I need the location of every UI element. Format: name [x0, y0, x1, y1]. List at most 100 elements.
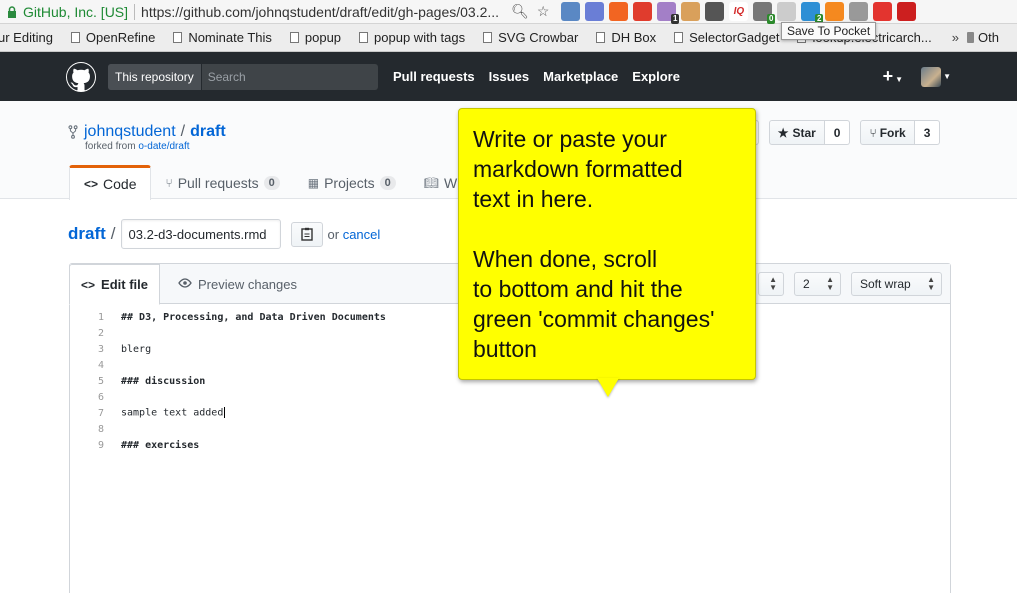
code-line: 9 ### exercises: [70, 437, 950, 453]
create-new-menu[interactable]: + ▼: [883, 66, 903, 87]
cancel-link[interactable]: cancel: [343, 227, 381, 242]
repo-title: johnqstudent / draft: [68, 123, 226, 141]
line-number: 1: [97, 311, 104, 323]
text-cursor: [224, 407, 226, 419]
star-bookmark-icon[interactable]: ☆: [537, 3, 550, 20]
browser-extension-icon[interactable]: [873, 2, 893, 21]
tab-code[interactable]: <> Code: [69, 165, 152, 200]
fork-count[interactable]: 3: [914, 120, 941, 145]
bookmark-item[interactable]: Nominate This: [173, 30, 272, 45]
line-text: ### discussion: [121, 375, 206, 387]
eye-icon: [178, 277, 192, 291]
line-number: 3: [97, 343, 104, 355]
forked-from: forked from o-date/draft: [85, 141, 190, 152]
pull-requests-counter: 0: [263, 175, 280, 190]
browser-extension-icon[interactable]: 2: [801, 2, 824, 24]
bookmark-item[interactable]: popup: [289, 30, 341, 45]
star-button[interactable]: ★ Star: [768, 120, 825, 145]
filename-input[interactable]: [120, 219, 281, 249]
nav-issues[interactable]: Issues: [489, 69, 529, 84]
book-icon: 📖︎: [423, 175, 440, 190]
tab-pull-requests[interactable]: ⑂ Pull requests 0: [151, 165, 293, 200]
nav-explore[interactable]: Explore: [632, 69, 680, 84]
user-menu[interactable]: ▼: [921, 66, 951, 87]
extension-badge: 1: [670, 14, 680, 24]
projects-counter: 0: [379, 175, 396, 190]
github-logo-icon[interactable]: [66, 61, 96, 92]
browser-extension-icon[interactable]: [633, 2, 653, 21]
tab-projects[interactable]: ▦ Projects 0: [294, 165, 410, 200]
caret-down-icon: ▼: [895, 75, 904, 84]
bookmark-label: Nominate This: [188, 30, 272, 45]
wrap-mode-select[interactable]: Soft wrap ▲ ▼: [851, 272, 942, 296]
extension-badge: 0: [766, 14, 776, 24]
repo-name-link[interactable]: draft: [190, 123, 226, 141]
page-icon: [173, 32, 183, 43]
instruction-callout: Write or paste your markdown formatted t…: [458, 108, 756, 380]
breadcrumb-repo-link[interactable]: draft: [68, 224, 106, 244]
code-icon: <>: [84, 177, 99, 191]
copy-path-button[interactable]: [290, 221, 323, 247]
plus-icon: +: [882, 66, 894, 86]
pull-request-icon: ⑂: [165, 175, 173, 190]
bookmark-label: popup with tags: [374, 30, 466, 45]
bookmark-item[interactable]: OpenRefine: [70, 30, 155, 45]
bookmark-item[interactable]: ur Editing: [0, 30, 53, 45]
browser-extension-icon[interactable]: [849, 2, 869, 21]
line-number: 6: [97, 391, 104, 403]
bookmark-item[interactable]: DH Box: [596, 30, 656, 45]
bookmark-item[interactable]: popup with tags: [359, 30, 465, 45]
nav-pull-requests[interactable]: Pull requests: [393, 69, 475, 84]
line-number: 9: [97, 439, 104, 451]
star-count[interactable]: 0: [824, 120, 851, 145]
browser-extension-icon[interactable]: [561, 2, 581, 21]
nav-marketplace[interactable]: Marketplace: [543, 69, 618, 84]
repo-owner-link[interactable]: johnqstudent: [84, 123, 176, 141]
repo-nav-tabs: <> Code ⑂ Pull requests 0 ▦ Projects 0 📖…: [69, 165, 484, 200]
tab-preview-changes[interactable]: Preview changes: [178, 264, 297, 304]
browser-extension-icon[interactable]: [777, 2, 797, 21]
site-identity[interactable]: GitHub, Inc. [US]: [23, 4, 128, 20]
bookmarks-overflow-button[interactable]: »: [952, 30, 959, 45]
bookmark-item[interactable]: SVG Crowbar: [483, 30, 578, 45]
fork-button[interactable]: ⑂ Fork: [860, 120, 915, 145]
tab-edit-file[interactable]: <> Edit file: [69, 264, 160, 305]
repo-path-separator: /: [180, 123, 186, 140]
browser-extension-icon[interactable]: [681, 2, 701, 21]
line-text: sample text added: [121, 407, 226, 419]
select-arrows-icon: ▲ ▼: [826, 275, 834, 292]
bookmark-label: SVG Crowbar: [498, 30, 579, 45]
tab-projects-label: Projects: [324, 174, 375, 191]
indent-mode-select[interactable]: ▲ ▼: [758, 272, 784, 296]
star-icon: ★: [777, 125, 789, 140]
caret-down-icon: ▼: [943, 72, 951, 81]
file-breadcrumb: draft / or cancel: [68, 219, 380, 249]
search-scope-label[interactable]: This repository: [108, 63, 202, 90]
forked-from-link[interactable]: o-date/draft: [138, 141, 189, 152]
indent-size-select[interactable]: 2 ▲ ▼: [794, 272, 841, 296]
browser-extension-icon[interactable]: 0: [753, 2, 776, 24]
bookmark-item[interactable]: SelectorGadget: [674, 30, 779, 45]
pocket-tooltip: Save To Pocket: [781, 22, 877, 40]
search-input[interactable]: [201, 69, 362, 84]
clipboard-icon: [300, 227, 313, 241]
browser-extension-icon[interactable]: [585, 2, 605, 21]
page-icon: [483, 32, 493, 43]
line-number: 5: [97, 375, 104, 387]
search-icon[interactable]: 🔍︎: [511, 3, 529, 20]
tab-code-label: Code: [103, 176, 137, 192]
select-arrows-icon: ▲ ▼: [927, 275, 935, 292]
browser-extension-icon[interactable]: [897, 2, 917, 21]
folder-icon: [966, 32, 975, 43]
github-header: This repository Pull requests Issues Mar…: [0, 52, 1017, 101]
address-bar[interactable]: https://github.com/johnqstudent/draft/ed…: [141, 4, 499, 20]
indent-size-value: 2: [803, 277, 810, 291]
line-number: 2: [97, 327, 104, 339]
browser-extension-icon[interactable]: [705, 2, 725, 21]
browser-extension-icon[interactable]: 1: [657, 2, 680, 24]
other-bookmarks-folder[interactable]: Oth: [978, 30, 999, 45]
browser-extension-icon[interactable]: [825, 2, 845, 21]
browser-extension-icon[interactable]: IQ: [729, 2, 749, 21]
browser-extension-icon[interactable]: [609, 2, 629, 21]
code-icon: <>: [81, 277, 96, 292]
